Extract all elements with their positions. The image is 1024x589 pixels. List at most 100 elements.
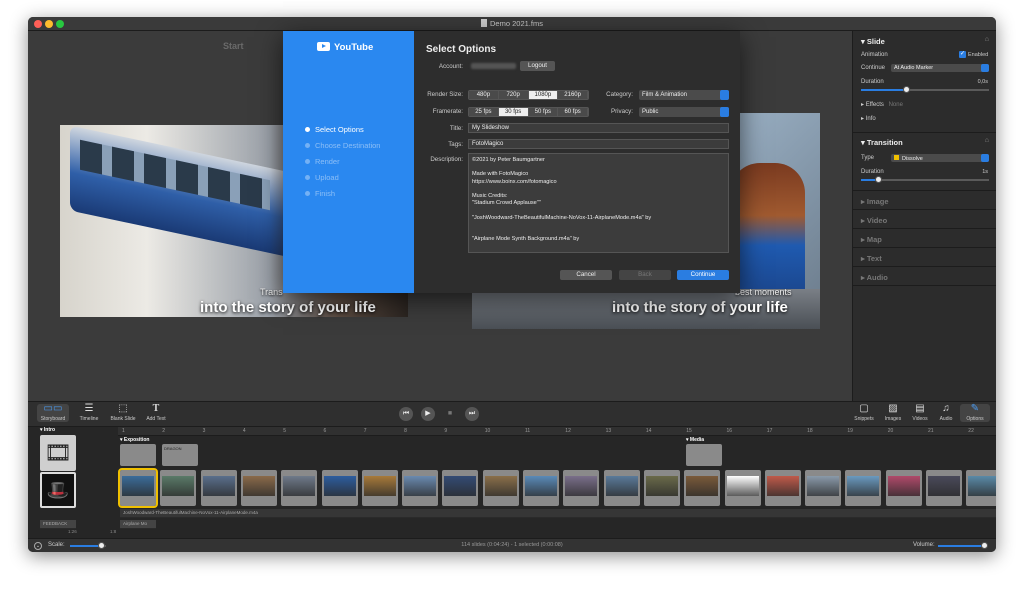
slide-thumbnail[interactable]	[845, 470, 882, 506]
slide-thumbnail[interactable]	[724, 470, 761, 506]
render-size-2160p[interactable]: 2160p	[558, 91, 588, 99]
intro-hat-icon[interactable]: 🎩	[40, 472, 76, 508]
ruler-number: 15	[686, 428, 692, 434]
description-textarea[interactable]: ©2021 by Peter Baumgartner Made with Fot…	[468, 153, 729, 253]
enabled-checkbox[interactable]: ✓	[959, 51, 966, 58]
framerate-50fps[interactable]: 50 fps	[528, 108, 559, 116]
continue-select[interactable]: At Audio Marker	[891, 64, 989, 72]
lock-icon[interactable]: ⌂	[985, 137, 989, 144]
slide-thumbnail[interactable]	[200, 470, 237, 506]
image-section[interactable]: ▸ Image	[861, 197, 889, 206]
window-title-text: Demo 2021.fms	[490, 19, 543, 28]
slide-thumbnail[interactable]	[603, 470, 640, 506]
slide-image	[283, 476, 316, 496]
slide-thumbnail[interactable]	[684, 470, 721, 506]
effects-row[interactable]: ▸ Effects None	[861, 101, 903, 108]
render-size-1080p[interactable]: 1080p	[528, 91, 559, 99]
options-button[interactable]: ✎ Options	[960, 404, 990, 422]
stop-button[interactable]: ■	[443, 407, 457, 421]
duration-label: Duration	[861, 79, 884, 85]
add-text-button[interactable]: T Add Text	[140, 403, 172, 423]
slide-thumbnail[interactable]	[321, 470, 358, 506]
text-icon: T	[152, 403, 160, 414]
privacy-select[interactable]: Public	[639, 107, 729, 117]
slide-thumbnail[interactable]	[402, 470, 439, 506]
play-button[interactable]: ▶	[421, 407, 435, 421]
info-row[interactable]: ▸ Info	[861, 115, 876, 122]
videos-button[interactable]: ▤ Videos	[906, 404, 934, 423]
ruler-number: 8	[404, 428, 407, 434]
slide-thumbnail[interactable]	[281, 470, 318, 506]
intro-film-icon[interactable]: 🎞	[40, 435, 76, 471]
duration-slider[interactable]	[861, 86, 989, 93]
back-button[interactable]: Back	[619, 270, 671, 280]
storyboard-icon: ▭▭	[43, 403, 63, 414]
transition-section-header[interactable]: ▾ Transition	[861, 138, 903, 147]
blank-slide-button[interactable]: ⬚ Blank Slide	[107, 404, 139, 423]
exposition-chapter-slide[interactable]	[120, 444, 156, 466]
snippets-button[interactable]: ▢ Snippets	[850, 404, 878, 423]
dragon-slide[interactable]: DRAGON	[162, 444, 198, 466]
video-section[interactable]: ▸ Video	[861, 216, 887, 225]
audio-section[interactable]: ▸ Audio	[861, 273, 888, 282]
step-dot-icon	[305, 191, 310, 196]
ruler-number: 11	[525, 428, 531, 434]
title-input[interactable]: My Slideshow	[468, 123, 729, 133]
cancel-button[interactable]: Cancel	[560, 270, 612, 280]
slide-thumbnail[interactable]	[643, 470, 680, 506]
tags-input[interactable]: FotoMagico	[468, 139, 729, 149]
media-chapter-slide[interactable]	[686, 444, 722, 466]
render-size-480p[interactable]: 480p	[469, 91, 499, 99]
audio-tag-left[interactable]: FEEDBACK	[40, 520, 76, 529]
category-select[interactable]: Film & Animation	[639, 90, 729, 100]
status-info: 114 slides (0:04:24) - 1 selected (0:00:…	[461, 542, 563, 548]
render-size-segmented[interactable]: 480p 720p 1080p 2160p	[468, 90, 589, 100]
logout-button[interactable]: Logout	[520, 61, 555, 71]
transition-type-select[interactable]: Dissolve	[891, 154, 989, 162]
storyboard-button[interactable]: ▭▭ Storyboard	[37, 404, 69, 422]
framerate-segmented[interactable]: 25 fps 30 fps 50 fps 60 fps	[468, 107, 589, 117]
skip-back-button[interactable]: ⏮	[399, 407, 413, 421]
exposition-marker[interactable]: ▾ Exposition	[120, 437, 149, 443]
images-button[interactable]: ▨ Images	[879, 404, 907, 423]
slide-thumbnail[interactable]	[764, 470, 801, 506]
slide-thumbnail[interactable]	[118, 468, 158, 508]
slide-thumbnail[interactable]	[523, 470, 559, 506]
text-section[interactable]: ▸ Text	[861, 254, 882, 263]
framerate-25fps[interactable]: 25 fps	[469, 108, 499, 116]
volume-slider-knob[interactable]	[981, 542, 988, 549]
render-size-720p[interactable]: 720p	[498, 91, 529, 99]
slide-thumbnail[interactable]	[563, 470, 600, 506]
timeline-button[interactable]: ☰ Timeline	[73, 404, 105, 423]
slide-thumbnail[interactable]	[482, 470, 519, 506]
slide-thumbnail[interactable]	[442, 470, 479, 506]
slide-thumbnail[interactable]	[240, 470, 277, 506]
continue-button[interactable]: Continue	[677, 270, 729, 280]
duration-slider-knob[interactable]	[903, 86, 910, 93]
map-section[interactable]: ▸ Map	[861, 235, 882, 244]
audio-track-2[interactable]: Airplane Mo	[120, 520, 156, 529]
transition-duration-slider[interactable]	[861, 176, 989, 183]
slide-thumbnail[interactable]	[160, 470, 197, 506]
volume-slider[interactable]	[938, 542, 988, 549]
youtube-brand: YouTube	[317, 42, 373, 53]
intro-marker[interactable]: ▾ Intro	[40, 427, 55, 433]
lock-icon[interactable]: ⌂	[985, 36, 989, 43]
framerate-60fps[interactable]: 60 fps	[558, 108, 588, 116]
ruler-number: 2	[162, 428, 166, 434]
slide-thumbnail[interactable]	[966, 470, 996, 506]
media-marker[interactable]: ▾ Media	[686, 437, 704, 443]
description-line: "Stadium Crowd Applause""	[472, 200, 541, 207]
caption-main-right: into the story of your life	[612, 299, 788, 316]
skip-forward-button[interactable]: ⏭	[465, 407, 479, 421]
framerate-30fps[interactable]: 30 fps	[498, 108, 529, 116]
audio-button[interactable]: ♫ Audio	[932, 404, 960, 423]
audio-track-1[interactable]: JoshWoodward-TheBeautifulMachine-NoVox-1…	[120, 509, 996, 518]
transition-duration-knob[interactable]	[875, 176, 882, 183]
slide-thumbnail[interactable]	[805, 470, 842, 506]
slide-section-header[interactable]: ▾ Slide	[861, 37, 885, 46]
slide-thumbnail[interactable]	[885, 470, 922, 506]
slide-thumbnail[interactable]	[926, 470, 962, 506]
slide-thumbnail[interactable]	[361, 470, 398, 506]
description-line	[472, 164, 725, 171]
